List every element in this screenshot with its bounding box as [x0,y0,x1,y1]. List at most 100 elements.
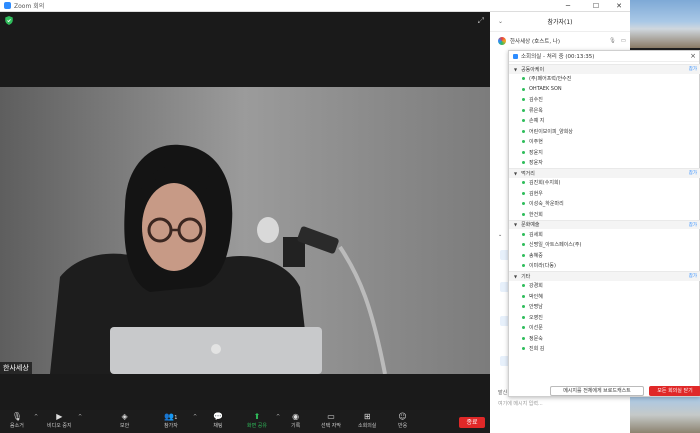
share-options-chevron-icon[interactable]: ^ [276,414,280,420]
share-screen-button[interactable]: ⬆ 화면 공유 [247,412,267,429]
encryption-shield-icon [5,16,13,25]
breakout-rooms-window: 소회의실 - 처리 중 (00:13:35) × ▼ 공동아케이 참가 (주)페… [508,50,700,397]
status-dot-icon [522,326,525,330]
speaker-video: 한사세상 [0,87,490,374]
status-dot-icon [522,202,525,206]
list-item: 오영진 [509,312,700,323]
list-item: 이성숙_하운마리 [509,199,700,210]
share-screen-icon: ⬆ [253,412,261,421]
join-room-button[interactable]: 참가 [689,170,697,176]
list-item: (주)페어프럭/안수진 [509,74,700,85]
list-item: 장윤지 [509,147,700,158]
desktop-background [630,0,700,48]
breakout-title: 소회의실 - 처리 중 (00:13:35) [521,54,595,60]
status-dot-icon [522,129,525,133]
close-all-rooms-button[interactable]: 모든 회의실 닫기 [649,386,700,396]
participants-options-chevron-icon[interactable]: ^ [193,414,197,420]
join-room-button[interactable]: 참가 [689,66,697,72]
room-header[interactable]: ▼ 공동아케이 참가 [509,64,700,74]
fullscreen-icon[interactable]: ⤢ [478,16,484,26]
status-dot-icon [522,305,525,309]
maximize-icon[interactable]: ☐ [584,0,608,12]
mute-button[interactable]: 🎙 음소거 [10,412,24,429]
status-dot-icon [522,191,525,195]
expand-triangle-icon: ▼ [514,170,518,176]
list-item: 류은옥 [509,105,700,116]
close-icon[interactable]: × [690,52,696,60]
close-window-icon[interactable]: ✕ [607,0,631,12]
cc-icon: ▭ [327,412,335,421]
status-dot-icon [522,181,525,185]
title-bar: Zoom 회의 ─ ☐ ✕ [0,0,630,12]
broadcast-message-button[interactable]: 메시지를 전체에게 브로드캐스트 [550,386,644,396]
status-dot-icon [522,119,525,123]
expand-triangle-icon: ▼ [514,222,518,228]
collapse-chevron-icon[interactable]: ⌄ [498,18,503,25]
status-dot-icon [522,140,525,144]
reactions-button[interactable]: ☺ 반응 [398,412,407,429]
video-camera-icon: ▶ [56,412,63,421]
list-item: 어린이보이피_양희상 [509,126,700,137]
security-button[interactable]: ◈ 보안 [120,412,129,429]
window-title: Zoom 회의 [14,3,45,10]
participant-row-host[interactable]: 한사세상 (호스트, 나) 🎙 ▭ [490,36,630,46]
breakout-header: 소회의실 - 처리 중 (00:13:35) × [509,51,699,62]
chat-collapse-chevron-icon[interactable]: ⌄ [498,232,502,238]
list-item: 김현우 [509,188,700,199]
list-item: 손예 지 [509,116,700,127]
speaker-video-image [0,87,490,374]
list-item: 박인혜 [509,291,700,302]
status-dot-icon [522,232,525,236]
record-icon: ◉ [292,412,300,421]
status-dot-icon [522,108,525,112]
status-dot-icon [522,253,525,257]
status-dot-icon [522,161,525,165]
avatar [498,37,506,45]
status-dot-icon [522,87,525,91]
status-dot-icon [522,347,525,351]
room-header[interactable]: ▼ 기타 참가 [509,271,700,281]
list-item: 장윤자 [509,158,700,169]
expand-triangle-icon: ▼ [514,66,518,72]
camera-icon: ▭ [620,38,626,44]
list-item: 진희 김 [509,344,700,355]
status-dot-icon [522,264,525,268]
list-item: OHTAEK SON [509,84,700,95]
list-item: 이미라(다동) [509,261,700,272]
breakout-footer: 메시지를 전체에게 브로드캐스트 모든 회의실 닫기 [509,386,700,398]
room-header[interactable]: ▼ 먹거리 참가 [509,168,700,178]
record-button[interactable]: ◉ 기록 [291,412,300,429]
list-item: 안명남 [509,302,700,313]
desktop-background [630,397,700,433]
mute-options-chevron-icon[interactable]: ^ [34,414,38,420]
closed-caption-button[interactable]: ▭ 선택 자막 [321,412,341,429]
zoom-logo-icon [513,53,518,59]
participants-button[interactable]: 👥1 참가자 [164,412,178,429]
list-item: 김세희 [509,229,700,240]
status-dot-icon [522,212,525,216]
video-area: ⤢ 한사세상 [0,12,490,410]
chat-input[interactable]: 여기에 메시지 입력... [498,400,543,407]
meeting-toolbar: 🎙 음소거 ^ ▶ 비디오 중지 ^ ◈ 보안 👥1 참가자 ^ 💬 채팅 ⬆ … [0,410,490,433]
breakout-rooms-button[interactable]: ⊞ 소회의실 [358,412,376,429]
chat-button[interactable]: 💬 채팅 [213,412,223,429]
stop-video-button[interactable]: ▶ 비디오 중지 [47,412,72,429]
status-dot-icon [522,243,525,247]
chat-sender-label: 발신 [498,390,508,396]
list-item: 이주현 [509,137,700,148]
list-item: 이선문 [509,323,700,334]
video-options-chevron-icon[interactable]: ^ [78,414,82,420]
minimize-icon[interactable]: ─ [556,0,580,12]
room-header[interactable]: ▼ 문화예술 참가 [509,219,700,229]
join-room-button[interactable]: 참가 [689,222,697,228]
end-meeting-button[interactable]: 종료 [459,417,485,428]
status-dot-icon [522,150,525,154]
mic-icon: 🎙 [11,412,22,421]
list-item: 신명일_아트스페이스(주) [509,240,700,251]
breakout-room-list: ▼ 공동아케이 참가 (주)페어프럭/안수진 OHTAEK SON 김수진 류은… [509,64,700,354]
join-room-button[interactable]: 참가 [689,273,697,279]
status-dot-icon [522,315,525,319]
mic-icon: 🎙 [609,38,616,44]
speaker-name-tag: 한사세상 [0,362,32,374]
participants-icon: 👥1 [164,412,178,421]
